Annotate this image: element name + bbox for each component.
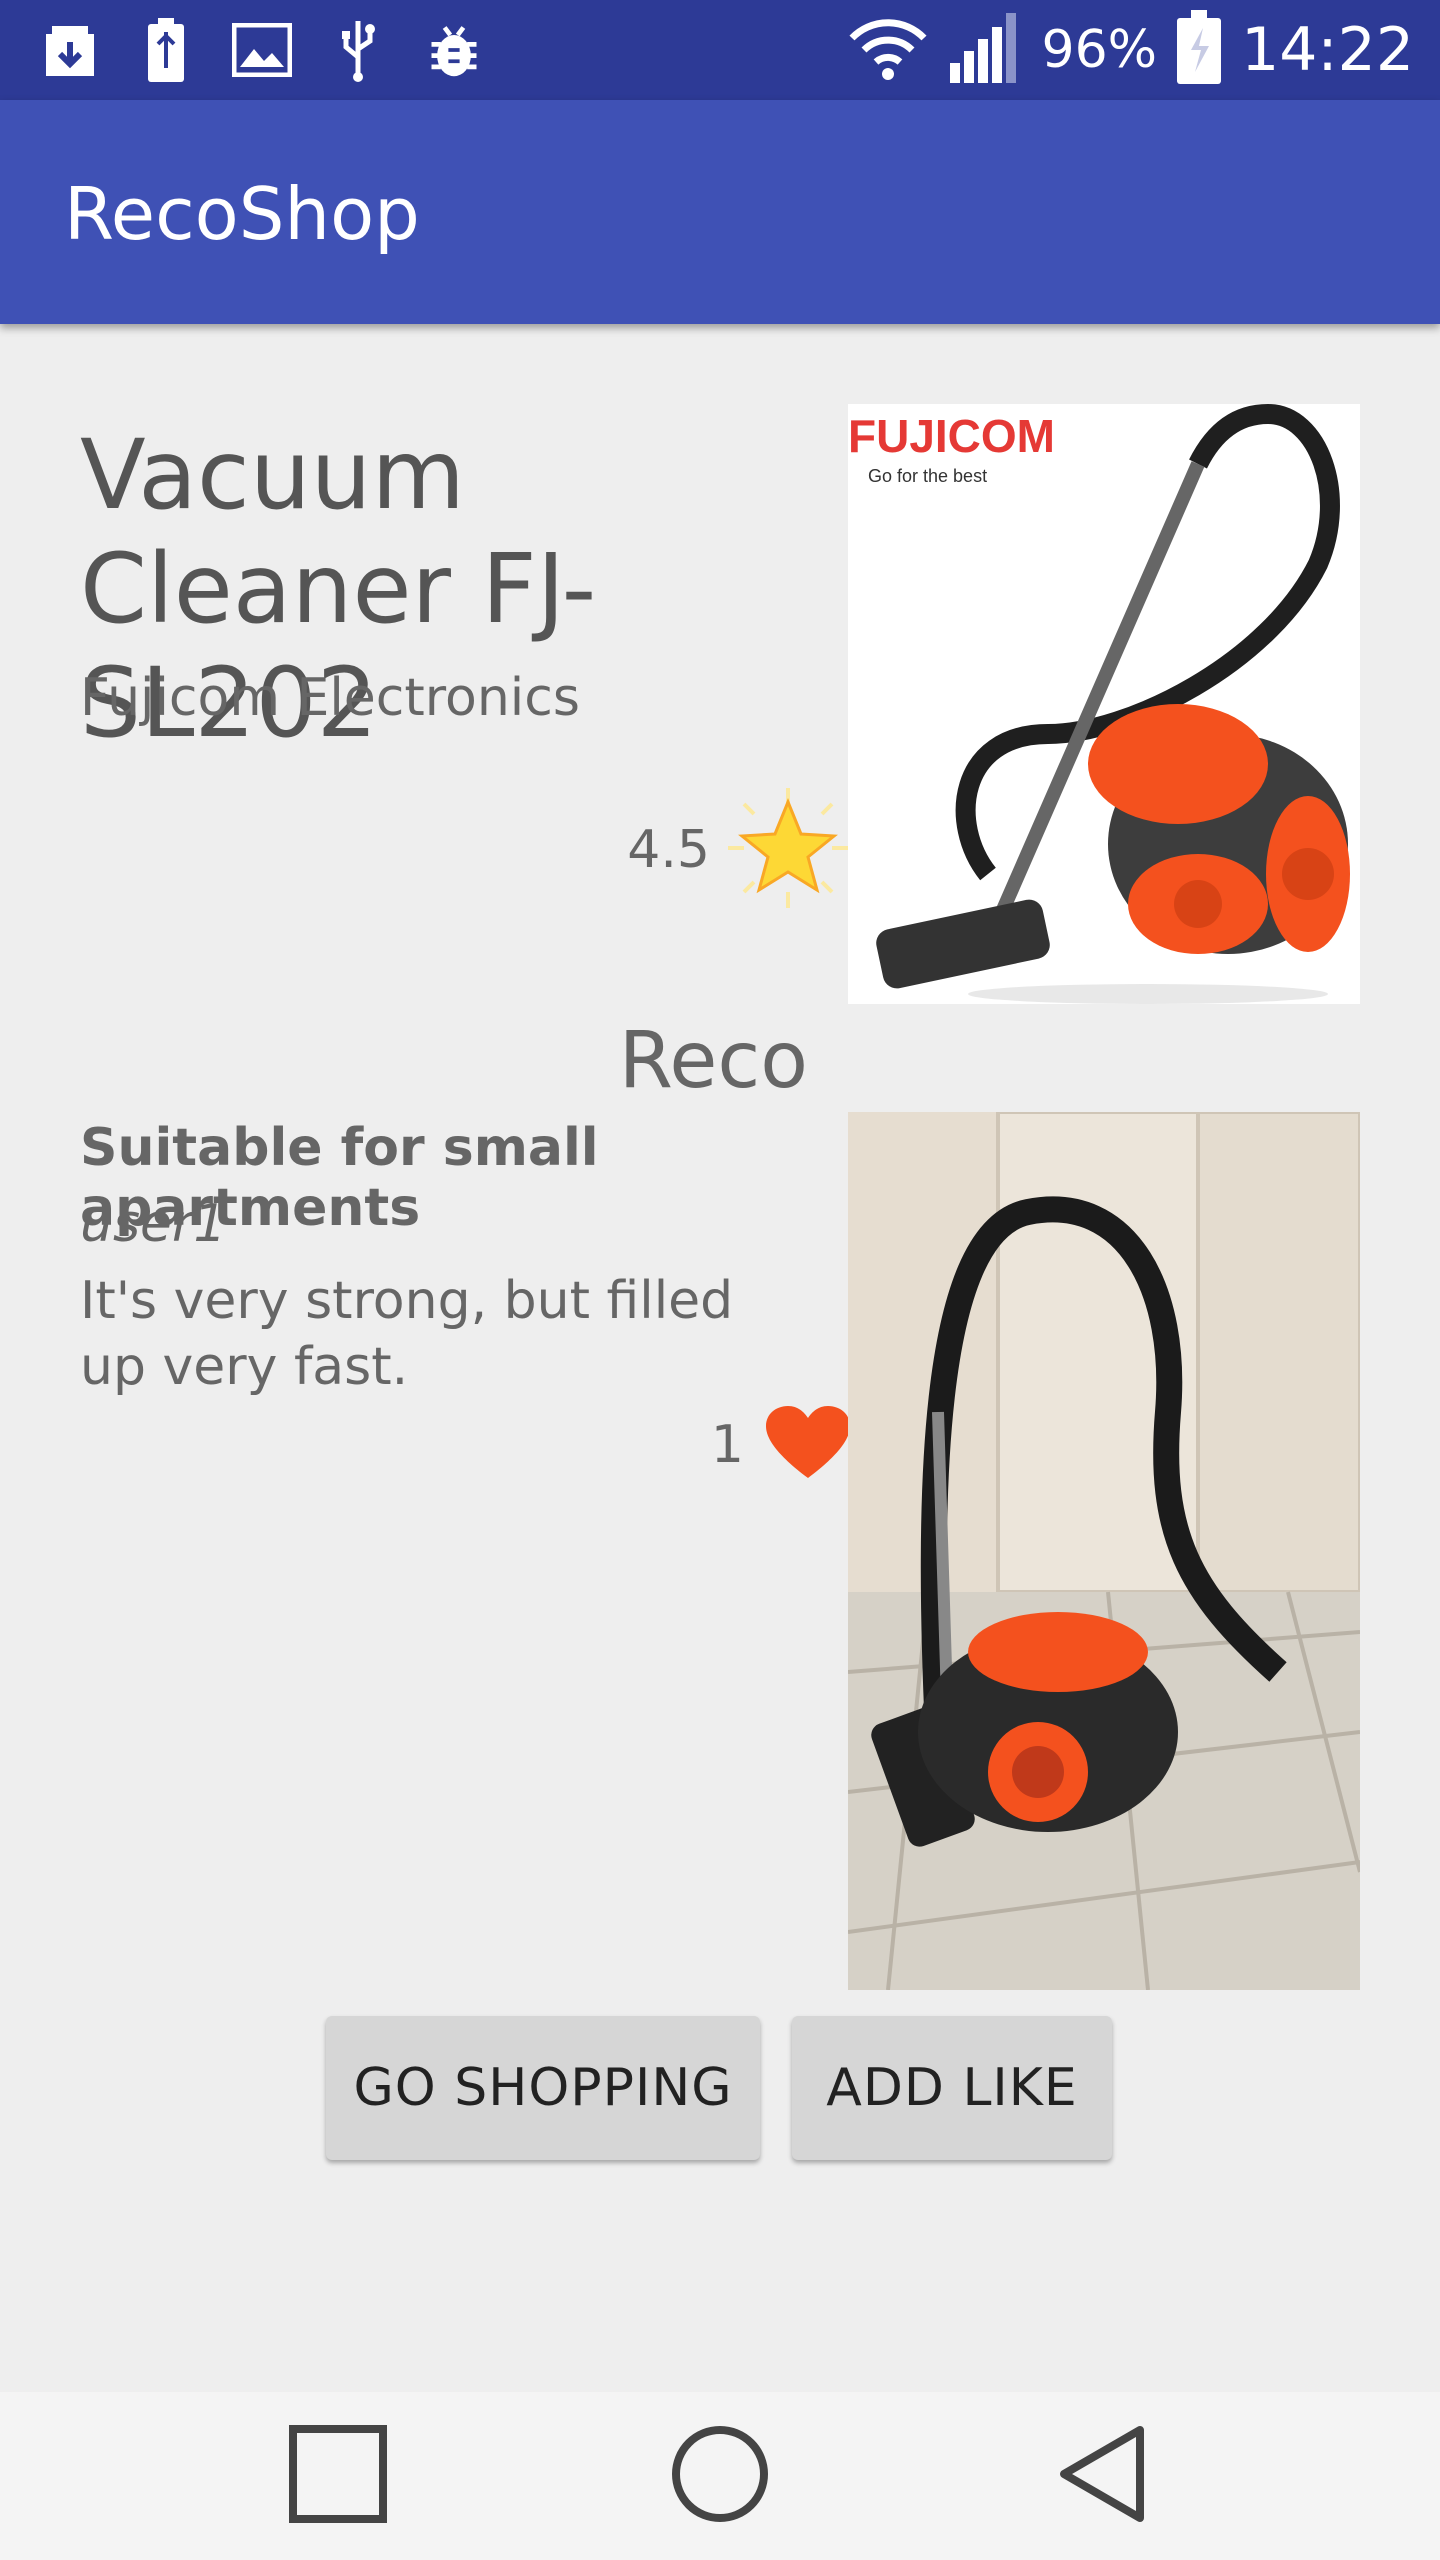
product-image-brand: FUJICOM [848, 410, 1055, 462]
rating-value: 4.5 [627, 820, 710, 880]
battery-charging-icon [1175, 10, 1223, 90]
battery-percent: 96% [1041, 20, 1158, 80]
back-icon [1054, 2424, 1154, 2528]
reco-user: user1 [80, 1194, 227, 1254]
recents-icon [288, 2424, 388, 2528]
navigation-bar [0, 2392, 1440, 2560]
likes-count: 1 [710, 1415, 744, 1475]
recents-button[interactable] [278, 2416, 398, 2536]
system-status: 96% 14:22 [846, 0, 1414, 100]
usb-battery-icon [136, 18, 196, 82]
app-title: RecoShop [64, 172, 420, 256]
product-rating: 4.5 [600, 788, 850, 908]
home-button[interactable] [660, 2416, 780, 2536]
signal-icon [948, 11, 1024, 89]
product-image-tagline: Go for the best [868, 466, 987, 486]
image-icon [232, 20, 292, 80]
reco-text: It's very strong, but filled up very fas… [80, 1271, 734, 1397]
home-icon [670, 2424, 770, 2528]
usb-icon [328, 20, 388, 82]
back-button[interactable] [1044, 2416, 1164, 2536]
clock: 14:22 [1241, 15, 1414, 85]
status-bar: 96% 14:22 [0, 0, 1440, 100]
heart-icon [766, 1406, 850, 1484]
notification-icons [40, 14, 484, 86]
reco-section-title: Reco [618, 1016, 808, 1106]
add-like-button[interactable]: ADD LIKE [792, 2016, 1112, 2160]
android-debug-icon [424, 20, 484, 80]
go-shopping-button[interactable]: GO SHOPPING [326, 2016, 760, 2160]
reco-likes: 1 [600, 1400, 850, 1490]
product-image: FUJICOM Go for the best [848, 403, 1360, 1004]
download-icon [40, 20, 100, 80]
wifi-icon [846, 16, 930, 84]
star-icon [726, 786, 850, 914]
reco-image [847, 1110, 1362, 1991]
app-bar: RecoShop [0, 100, 1440, 324]
product-brand: Fujicom Electronics [80, 668, 580, 728]
